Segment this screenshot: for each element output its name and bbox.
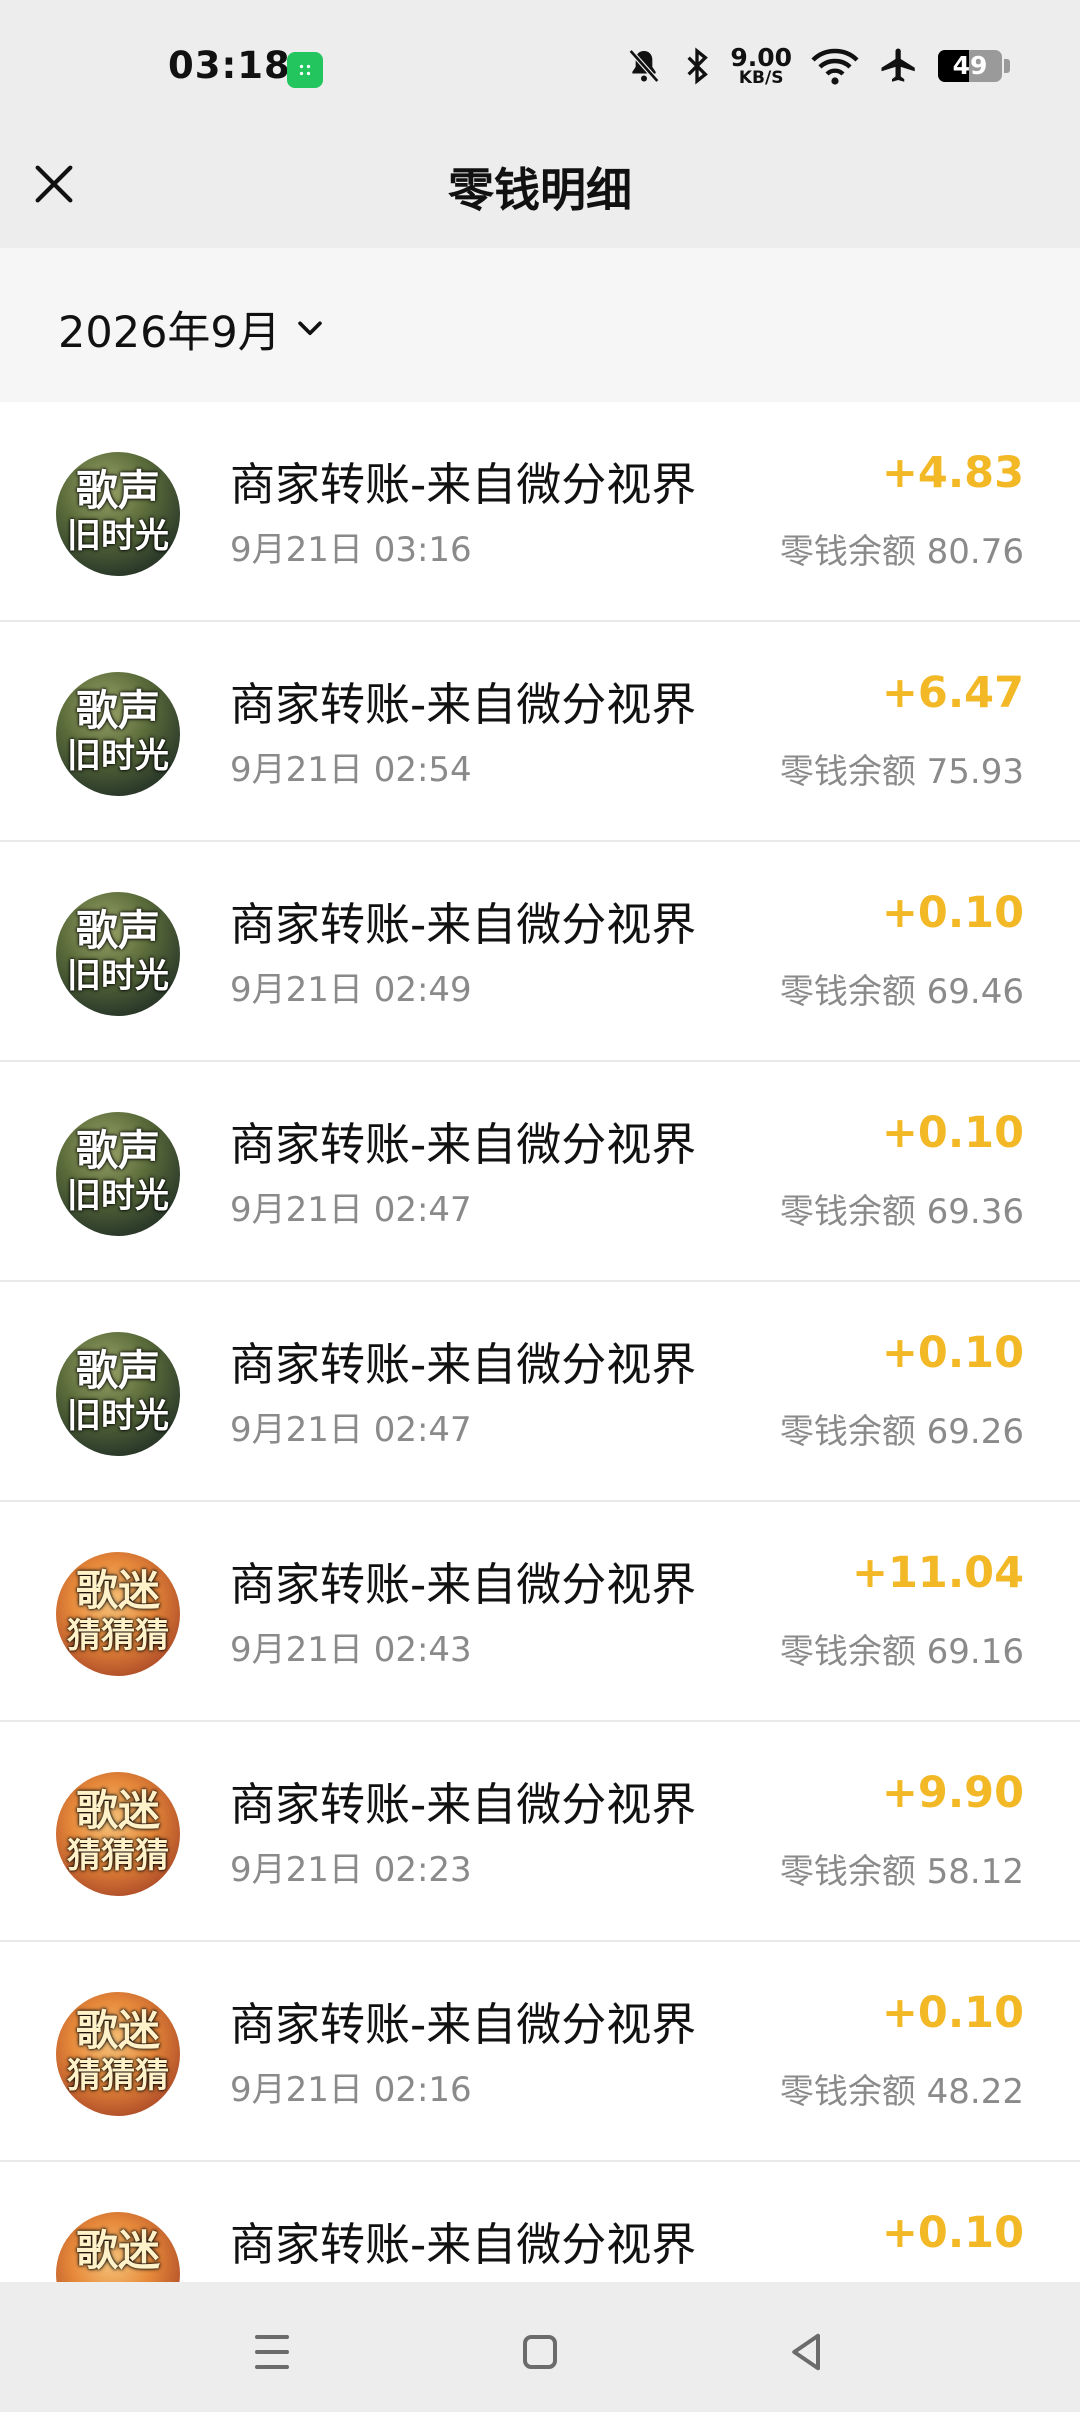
airplane-icon — [881, 48, 915, 82]
transaction-row[interactable]: 歌声 旧时光 商家转账-来自微分视界 9月21日 02:54 +6.47 零钱余… — [0, 622, 1080, 842]
menu-icon[interactable] — [242, 2322, 302, 2382]
transaction-date: 9月21日 02:47 — [230, 1410, 472, 1450]
merchant-avatar: 歌声 旧时光 — [56, 1112, 180, 1236]
network-speed-unit: KB/S — [738, 68, 784, 88]
balance-after: 零钱余额 69.36 — [779, 1192, 1024, 1232]
transaction-row[interactable]: 歌声 旧时光 商家转账-来自微分视界 9月21日 02:47 +0.10 零钱余… — [0, 1062, 1080, 1282]
transaction-date: 9月21日 02:43 — [230, 1630, 472, 1670]
transaction-title: 商家转账-来自微分视界 — [230, 1558, 697, 1611]
transaction-title: 商家转账-来自微分视界 — [230, 1338, 697, 1391]
network-speed-value: 9.00 — [730, 43, 792, 72]
avatar-line1: 歌迷 — [75, 2226, 160, 2275]
transaction-date: 9月21日 02:23 — [230, 1850, 472, 1890]
month-label: 2026年9月 — [58, 308, 281, 358]
merchant-avatar: 歌声 旧时光 — [56, 672, 180, 796]
transaction-amount: +0.10 — [881, 1328, 1024, 1378]
network-speed: 9.00 KB/S — [730, 43, 792, 88]
transaction-row[interactable]: 歌迷 猜猜猜 商家转账-来自微分视界 9月21日 02:23 +9.90 零钱余… — [0, 1722, 1080, 1942]
avatar-line1: 歌声 — [75, 906, 160, 955]
transaction-title: 商家转账-来自微分视界 — [230, 898, 697, 951]
transaction-row[interactable]: 歌声 旧时光 商家转账-来自微分视界 9月21日 03:16 +4.83 零钱余… — [0, 402, 1080, 622]
balance-after: 零钱余额 75.93 — [779, 752, 1024, 792]
merchant-avatar: 歌声 旧时光 — [56, 892, 180, 1016]
merchant-avatar: 歌声 旧时光 — [56, 452, 180, 576]
status-icons: 9.00 KB/S 49 — [624, 44, 1010, 88]
chevron-down-icon — [298, 321, 322, 336]
avatar-line2: 旧时光 — [67, 956, 169, 996]
transaction-amount: +0.10 — [881, 1988, 1024, 2038]
battery-level: 49 — [952, 51, 988, 80]
avatar-line1: 歌迷 — [75, 1786, 160, 1835]
avatar-line2: 旧时光 — [67, 516, 169, 556]
app-notification-icon — [287, 52, 323, 88]
avatar-line1: 歌声 — [75, 1126, 160, 1175]
month-filter-bar: 2026年9月 — [0, 248, 1080, 402]
avatar-line1: 歌声 — [75, 686, 160, 735]
transaction-title: 商家转账-来自微分视界 — [230, 1118, 697, 1171]
status-bar: 03:18 9.00 KB/S 49 — [0, 0, 1080, 130]
merchant-avatar: 歌声 旧时光 — [56, 1332, 180, 1456]
back-icon[interactable] — [778, 2322, 838, 2382]
transaction-date: 9月21日 03:16 — [230, 530, 472, 570]
balance-after: 零钱余额 69.46 — [779, 972, 1024, 1012]
transaction-amount: +0.10 — [881, 888, 1024, 938]
transaction-date: 9月21日 02:16 — [230, 2070, 472, 2110]
transaction-row[interactable]: 歌声 旧时光 商家转账-来自微分视界 9月21日 02:49 +0.10 零钱余… — [0, 842, 1080, 1062]
transaction-amount: +6.47 — [881, 668, 1024, 718]
avatar-line2: 猜猜猜 — [67, 1836, 169, 1876]
transaction-title: 商家转账-来自微分视界 — [230, 2218, 697, 2271]
avatar-line1: 歌声 — [75, 466, 160, 515]
battery-tip — [1004, 59, 1010, 73]
transaction-date: 9月21日 02:54 — [230, 750, 472, 790]
system-navigation-bar — [0, 2282, 1080, 2412]
home-icon[interactable] — [510, 2322, 570, 2382]
transaction-title: 商家转账-来自微分视界 — [230, 678, 697, 731]
transaction-row[interactable]: 歌迷 猜猜猜 商家转账-来自微分视界 9月21日 02:43 +11.04 零钱… — [0, 1502, 1080, 1722]
transaction-title: 商家转账-来自微分视界 — [230, 1998, 697, 2051]
transaction-title: 商家转账-来自微分视界 — [230, 458, 697, 511]
avatar-line1: 歌迷 — [75, 2006, 160, 2055]
transaction-date: 9月21日 02:47 — [230, 1190, 472, 1230]
wifi-icon — [811, 48, 859, 85]
transaction-row[interactable]: 歌声 旧时光 商家转账-来自微分视界 9月21日 02:47 +0.10 零钱余… — [0, 1282, 1080, 1502]
transaction-amount: +9.90 — [881, 1768, 1024, 1818]
transaction-row[interactable]: 歌迷 猜猜猜 商家转账-来自微分视界 9月21日 02:16 +0.10 零钱余… — [0, 1942, 1080, 2162]
avatar-line2: 旧时光 — [67, 1176, 169, 1216]
merchant-avatar: 歌迷 猜猜猜 — [56, 1992, 180, 2116]
transaction-amount: +0.10 — [881, 2208, 1024, 2258]
transaction-date: 9月21日 02:49 — [230, 970, 472, 1010]
avatar-line2: 旧时光 — [67, 1396, 169, 1436]
status-time: 03:18 — [168, 44, 291, 87]
battery-icon: 49 — [938, 50, 1002, 82]
transaction-amount: +11.04 — [851, 1548, 1024, 1598]
balance-after: 零钱余额 69.16 — [779, 1632, 1024, 1672]
balance-after: 零钱余额 58.12 — [779, 1852, 1024, 1892]
avatar-line2: 猜猜猜 — [67, 2056, 169, 2096]
avatar-line1: 歌迷 — [75, 1566, 160, 1615]
bluetooth-icon — [687, 47, 709, 85]
balance-after: 零钱余额 69.26 — [779, 1412, 1024, 1452]
page-title: 零钱明细 — [448, 163, 632, 217]
merchant-avatar: 歌迷 猜猜猜 — [56, 1772, 180, 1896]
header: 零钱明细 — [0, 130, 1080, 248]
transaction-amount: +0.10 — [881, 1108, 1024, 1158]
merchant-avatar: 歌迷 猜猜猜 — [56, 1552, 180, 1676]
month-picker[interactable]: 2026年9月 — [58, 298, 327, 360]
balance-after: 零钱余额 80.76 — [779, 532, 1024, 572]
transaction-list: 歌声 旧时光 商家转账-来自微分视界 9月21日 03:16 +4.83 零钱余… — [0, 402, 1080, 2382]
balance-after: 零钱余额 48.22 — [779, 2072, 1024, 2112]
transaction-title: 商家转账-来自微分视界 — [230, 1778, 697, 1831]
avatar-line2: 旧时光 — [67, 736, 169, 776]
avatar-line2: 猜猜猜 — [67, 1616, 169, 1656]
avatar-line1: 歌声 — [75, 1346, 160, 1395]
transaction-amount: +4.83 — [881, 448, 1024, 498]
mute-bell-icon — [629, 49, 660, 83]
